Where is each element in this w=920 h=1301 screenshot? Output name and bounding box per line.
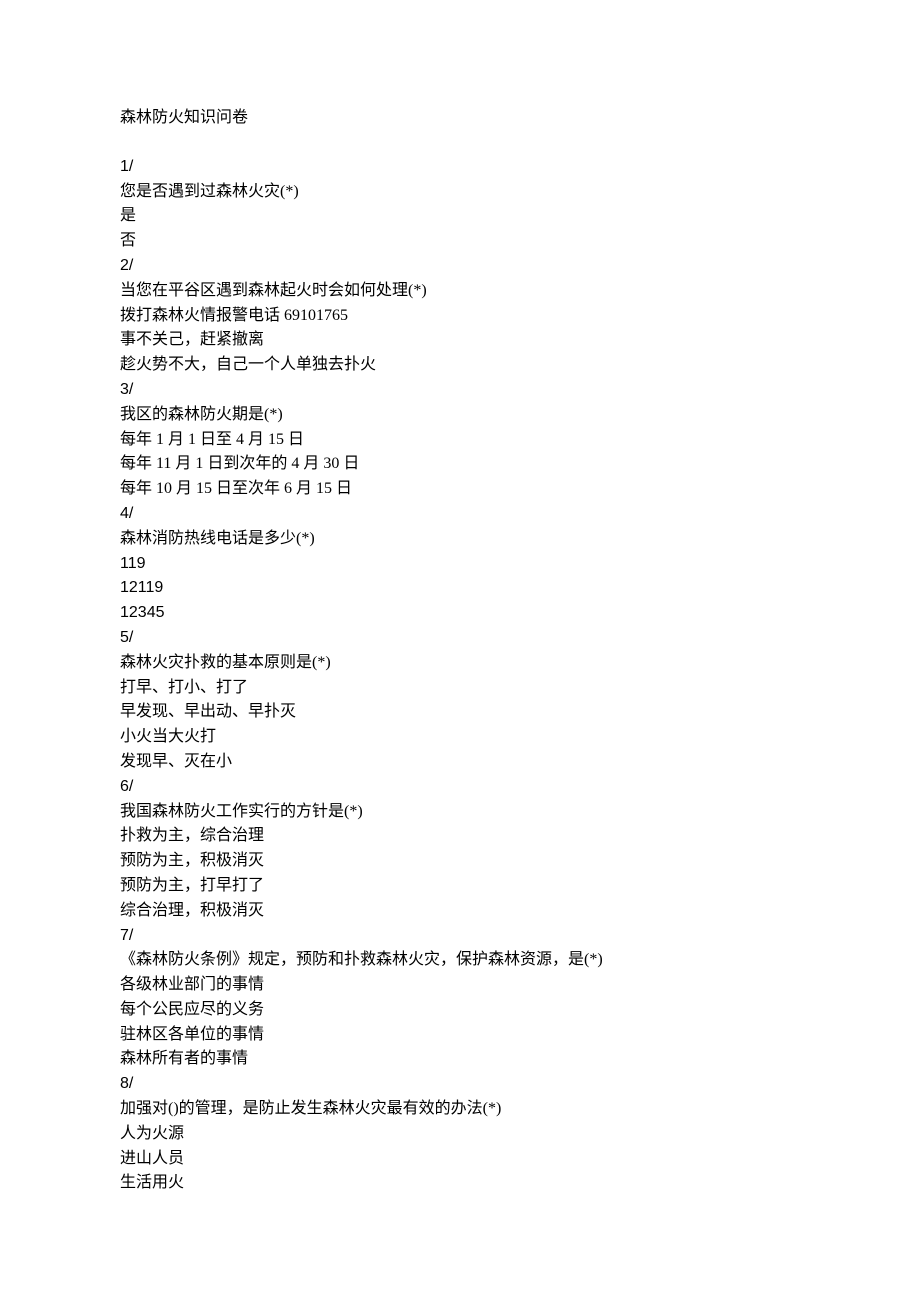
question-option: 每年 10 月 15 日至次年 6 月 15 日 bbox=[120, 477, 800, 502]
question-option: 发现早、灭在小 bbox=[120, 750, 800, 775]
question-text: 森林火灾扑救的基本原则是(*) bbox=[120, 651, 800, 676]
document-page: 森林防火知识问卷 1/您是否遇到过森林火灾(*)是否2/当您在平谷区遇到森林起火… bbox=[0, 0, 920, 1301]
question-text: 我区的森林防火期是(*) bbox=[120, 403, 800, 428]
question-option: 扑救为主，综合治理 bbox=[120, 824, 800, 849]
question-option: 各级林业部门的事情 bbox=[120, 973, 800, 998]
question-number: 7/ bbox=[120, 924, 800, 949]
question-option: 拨打森林火情报警电话 69101765 bbox=[120, 304, 800, 329]
question-option: 驻林区各单位的事情 bbox=[120, 1023, 800, 1048]
question-number: 5/ bbox=[120, 626, 800, 651]
question-number: 3/ bbox=[120, 378, 800, 403]
question-option: 119 bbox=[120, 552, 800, 577]
question-block: 2/当您在平谷区遇到森林起火时会如何处理(*)拨打森林火情报警电话 691017… bbox=[120, 254, 800, 378]
question-option: 人为火源 bbox=[120, 1122, 800, 1147]
question-option: 早发现、早出动、早扑灭 bbox=[120, 700, 800, 725]
question-number: 4/ bbox=[120, 502, 800, 527]
question-option: 进山人员 bbox=[120, 1147, 800, 1172]
question-text: 我国森林防火工作实行的方针是(*) bbox=[120, 800, 800, 825]
question-option: 否 bbox=[120, 229, 800, 254]
question-number: 8/ bbox=[120, 1072, 800, 1097]
question-number: 2/ bbox=[120, 254, 800, 279]
question-option: 趁火势不大，自己一个人单独去扑火 bbox=[120, 353, 800, 378]
question-option: 12345 bbox=[120, 601, 800, 626]
question-option: 预防为主，打早打了 bbox=[120, 874, 800, 899]
question-block: 7/《森林防火条例》规定，预防和扑救森林火灾，保护森林资源，是(*)各级林业部门… bbox=[120, 924, 800, 1073]
question-option: 森林所有者的事情 bbox=[120, 1047, 800, 1072]
questions-container: 1/您是否遇到过森林火灾(*)是否2/当您在平谷区遇到森林起火时会如何处理(*)… bbox=[120, 155, 800, 1196]
question-option: 事不关己，赶紧撤离 bbox=[120, 328, 800, 353]
question-block: 6/我国森林防火工作实行的方针是(*)扑救为主，综合治理预防为主，积极消灭预防为… bbox=[120, 775, 800, 924]
question-number: 1/ bbox=[120, 155, 800, 180]
question-option: 每个公民应尽的义务 bbox=[120, 998, 800, 1023]
question-block: 4/森林消防热线电话是多少(*)1191211912345 bbox=[120, 502, 800, 626]
question-option: 综合治理，积极消灭 bbox=[120, 899, 800, 924]
question-option: 打早、打小、打了 bbox=[120, 676, 800, 701]
question-text: 《森林防火条例》规定，预防和扑救森林火灾，保护森林资源，是(*) bbox=[120, 948, 800, 973]
question-option: 每年 1 月 1 日至 4 月 15 日 bbox=[120, 428, 800, 453]
question-option: 生活用火 bbox=[120, 1171, 800, 1196]
question-text: 加强对()的管理，是防止发生森林火灾最有效的办法(*) bbox=[120, 1097, 800, 1122]
question-block: 1/您是否遇到过森林火灾(*)是否 bbox=[120, 155, 800, 254]
document-title: 森林防火知识问卷 bbox=[120, 106, 800, 131]
question-option: 预防为主，积极消灭 bbox=[120, 849, 800, 874]
question-option: 是 bbox=[120, 204, 800, 229]
question-option: 12119 bbox=[120, 576, 800, 601]
question-block: 3/我区的森林防火期是(*)每年 1 月 1 日至 4 月 15 日每年 11 … bbox=[120, 378, 800, 502]
question-text: 您是否遇到过森林火灾(*) bbox=[120, 180, 800, 205]
question-option: 小火当大火打 bbox=[120, 725, 800, 750]
question-block: 8/加强对()的管理，是防止发生森林火灾最有效的办法(*)人为火源进山人员生活用… bbox=[120, 1072, 800, 1196]
question-number: 6/ bbox=[120, 775, 800, 800]
question-text: 森林消防热线电话是多少(*) bbox=[120, 527, 800, 552]
question-text: 当您在平谷区遇到森林起火时会如何处理(*) bbox=[120, 279, 800, 304]
question-option: 每年 11 月 1 日到次年的 4 月 30 日 bbox=[120, 452, 800, 477]
question-block: 5/森林火灾扑救的基本原则是(*)打早、打小、打了早发现、早出动、早扑灭小火当大… bbox=[120, 626, 800, 775]
